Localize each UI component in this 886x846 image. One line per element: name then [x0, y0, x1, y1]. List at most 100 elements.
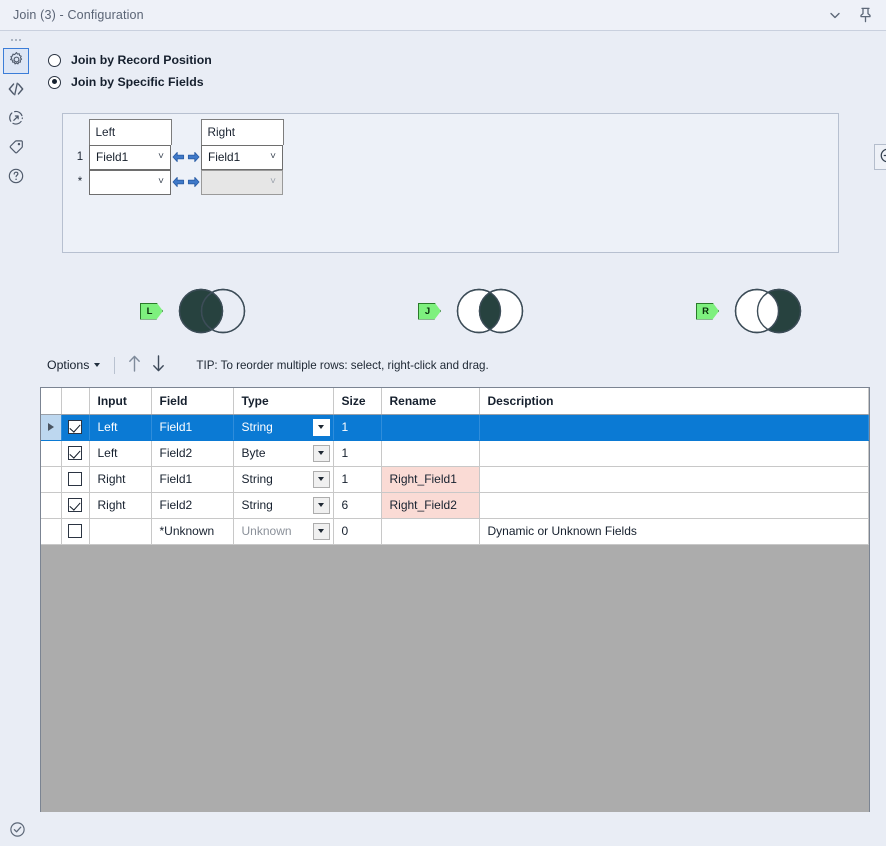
row-marker — [41, 440, 62, 467]
type-dropdown-button[interactable] — [312, 522, 330, 540]
venn-right-output[interactable]: R — [696, 287, 813, 335]
cell-field[interactable]: Field1 — [151, 414, 234, 441]
caret-down-icon — [318, 425, 324, 429]
cell-description[interactable] — [479, 414, 869, 441]
caret-down-icon — [318, 451, 324, 455]
col-input[interactable]: Input — [89, 388, 152, 415]
radio-indicator — [48, 53, 61, 67]
table-row[interactable]: *Unknown Unknown 0 Dynamic or Unknown Fi… — [41, 518, 869, 545]
join-right-field-select[interactable]: Field1 ˅ — [201, 144, 283, 170]
rail-item-help[interactable] — [3, 164, 29, 190]
col-rename[interactable]: Rename — [381, 388, 480, 415]
move-row-down-button[interactable] — [146, 354, 170, 376]
options-menu-button[interactable]: Options — [40, 355, 107, 375]
refresh-arrow-circle-icon — [7, 109, 25, 130]
remove-join-row-button[interactable] — [874, 144, 886, 170]
join-row-move-arrows[interactable] — [171, 176, 201, 188]
caret-down-icon — [318, 503, 324, 507]
rail-item-configuration[interactable] — [3, 48, 29, 74]
cell-rename[interactable]: Right_Field2 — [381, 492, 480, 519]
cell-rename[interactable]: Right_Field1 — [381, 466, 480, 493]
cell-field[interactable]: Field2 — [151, 440, 234, 467]
cell-size[interactable]: 6 — [333, 492, 382, 519]
output-anchor-tag: L — [140, 302, 163, 320]
arrow-right-icon — [187, 176, 200, 188]
table-row[interactable]: Right Field1 String 1 Right_Field1 — [41, 466, 869, 493]
output-anchor-tag: R — [696, 302, 719, 320]
cell-type: String — [241, 472, 273, 486]
rail-item-runtime[interactable] — [3, 106, 29, 132]
venn-right-icon — [734, 288, 802, 334]
chevron-down-icon: ˅ — [270, 176, 276, 187]
caret-down-icon — [94, 363, 101, 367]
cell-description[interactable] — [479, 492, 869, 519]
col-description[interactable]: Description — [479, 388, 869, 415]
type-dropdown-button[interactable] — [312, 496, 330, 514]
cell-size[interactable]: 1 — [333, 440, 382, 467]
join-grid-header-left: Left — [88, 119, 172, 145]
arrow-left-icon — [172, 151, 185, 163]
question-circle-icon — [7, 167, 25, 188]
window-title: Join (3) - Configuration — [13, 8, 144, 22]
field-table-header-row: Input Field Type Size Rename Description — [41, 388, 869, 415]
row-select-checkbox[interactable] — [68, 446, 82, 460]
check-circle-icon[interactable] — [8, 820, 26, 838]
cell-type: String — [241, 498, 273, 512]
cell-description[interactable] — [479, 466, 869, 493]
arrow-down-icon — [151, 354, 166, 376]
reorder-tip-text: TIP: To reorder multiple rows: select, r… — [196, 358, 489, 372]
cell-size[interactable]: 1 — [333, 466, 382, 493]
radio-label: Join by Specific Fields — [71, 75, 204, 89]
tag-icon — [7, 138, 25, 159]
row-select-checkbox[interactable] — [68, 498, 82, 512]
gear-icon — [8, 51, 25, 71]
col-select — [61, 388, 90, 415]
join-right-field-select-new[interactable]: ˅ — [201, 169, 283, 195]
col-size[interactable]: Size — [333, 388, 382, 415]
row-select-checkbox[interactable] — [68, 524, 82, 538]
join-configuration-window: Join (3) - Configuration Join by Record … — [0, 0, 886, 846]
cell-size[interactable]: 1 — [333, 414, 382, 441]
rail-item-xml-view[interactable] — [3, 77, 29, 103]
row-select-checkbox[interactable] — [68, 420, 82, 434]
row-marker — [41, 518, 62, 545]
window-titlebar: Join (3) - Configuration — [0, 0, 886, 31]
left-tool-rail — [0, 31, 32, 846]
titlebar-actions — [826, 6, 886, 24]
output-anchor-tag: J — [418, 302, 441, 320]
join-row-move-arrows[interactable] — [171, 151, 201, 163]
join-left-field-select[interactable]: Field1 ˅ — [89, 144, 171, 170]
chevron-down-icon[interactable] — [826, 6, 844, 24]
join-left-field-select-new[interactable]: ˅ — [89, 169, 171, 195]
code-brackets-icon — [7, 80, 25, 101]
row-select-checkbox[interactable] — [68, 472, 82, 486]
cell-type: Byte — [241, 446, 266, 460]
venn-left-output[interactable]: L — [140, 287, 257, 335]
venn-left-icon — [178, 288, 246, 334]
cell-description[interactable] — [479, 440, 869, 467]
pin-icon[interactable] — [856, 6, 874, 24]
cell-rename[interactable] — [381, 440, 480, 467]
radio-join-by-specific-fields[interactable]: Join by Specific Fields — [32, 71, 886, 93]
move-row-up-button[interactable] — [122, 354, 146, 376]
table-row[interactable]: Left Field1 String 1 — [41, 414, 869, 441]
type-dropdown-button[interactable] — [312, 418, 330, 436]
table-row[interactable]: Left Field2 Byte 1 — [41, 440, 869, 467]
type-dropdown-button[interactable] — [312, 470, 330, 488]
venn-join-output[interactable]: J — [418, 287, 535, 335]
type-dropdown-button[interactable] — [312, 444, 330, 462]
radio-join-by-record-position[interactable]: Join by Record Position — [32, 49, 886, 71]
cell-field[interactable]: Field2 — [151, 492, 234, 519]
cell-rename[interactable] — [381, 414, 480, 441]
col-field[interactable]: Field — [151, 388, 234, 415]
cell-type: String — [241, 420, 273, 434]
cell-field[interactable]: Field1 — [151, 466, 234, 493]
cell-rename[interactable] — [381, 518, 480, 545]
cell-input: Left — [89, 414, 152, 441]
table-row[interactable]: Right Field2 String 6 Right_Field2 — [41, 492, 869, 519]
arrow-up-icon — [127, 354, 142, 376]
rail-item-annotation[interactable] — [3, 135, 29, 161]
rail-overflow-dots[interactable] — [11, 35, 21, 45]
col-type[interactable]: Type — [233, 388, 334, 415]
join-grid-row-number: * — [71, 169, 89, 195]
